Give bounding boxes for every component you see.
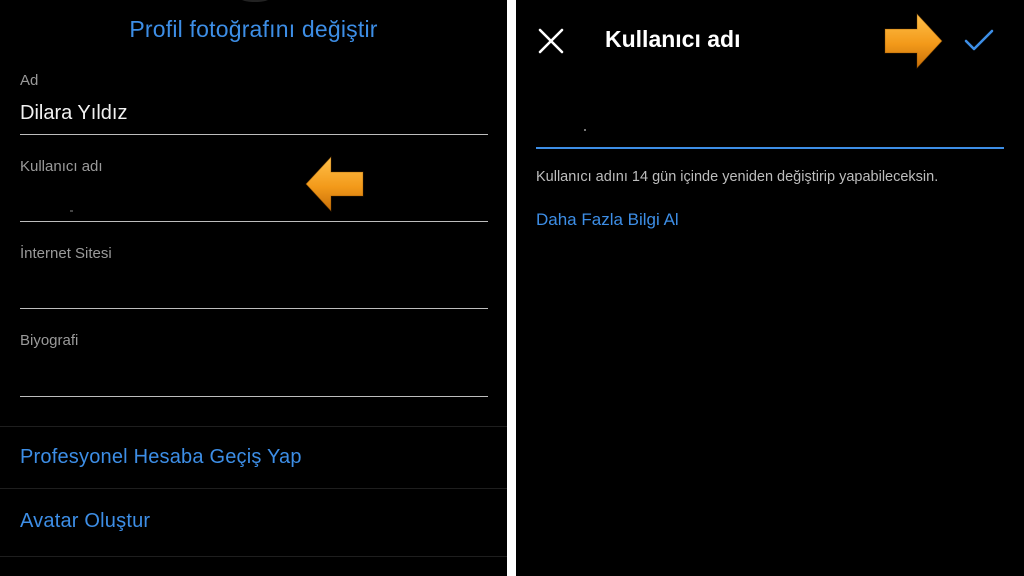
username-field[interactable]: Kullanıcı adı [20, 158, 488, 224]
input-cursor-dot [584, 129, 586, 131]
username-edit-panel: Kullanıcı adı Kullanıcı adını 14 gün içi… [516, 0, 1024, 576]
username-input-underline [536, 147, 1004, 149]
name-field-label: Ad [20, 72, 39, 89]
bio-field-underline [20, 396, 488, 397]
username-field-underline [20, 221, 488, 222]
close-icon[interactable] [536, 26, 566, 56]
change-profile-photo-link[interactable]: Profil fotoğrafını değiştir [0, 16, 507, 43]
section-divider [0, 556, 507, 557]
section-divider [0, 488, 507, 489]
section-divider [0, 426, 507, 427]
avatar-edge [240, 0, 270, 2]
username-change-info: Kullanıcı adını 14 gün içinde yeniden de… [536, 169, 939, 185]
switch-professional-account-link[interactable]: Profesyonel Hesaba Geçiş Yap [20, 446, 302, 469]
edit-profile-panel: Profil fotoğrafını değiştir Ad Dilara Yı… [0, 0, 507, 576]
username-field-label: Kullanıcı adı [20, 158, 103, 175]
name-field[interactable]: Ad Dilara Yıldız [20, 72, 488, 136]
username-field-hint-dot [70, 210, 73, 212]
name-field-value[interactable]: Dilara Yıldız [20, 102, 127, 125]
website-field[interactable]: İnternet Sitesi [20, 245, 488, 311]
create-avatar-link[interactable]: Avatar Oluştur [20, 510, 150, 533]
checkmark-icon[interactable] [963, 28, 995, 54]
name-field-underline [20, 134, 488, 135]
website-field-label: İnternet Sitesi [20, 245, 112, 262]
learn-more-link[interactable]: Daha Fazla Bilgi Al [536, 210, 679, 230]
arrow-left-icon [305, 155, 364, 213]
arrow-right-icon [884, 12, 943, 70]
page-title: Kullanıcı adı [605, 26, 741, 52]
bio-field[interactable]: Biyografi [20, 332, 488, 398]
bio-field-label: Biyografi [20, 332, 79, 349]
website-field-underline [20, 308, 488, 309]
username-input[interactable] [536, 100, 1004, 148]
